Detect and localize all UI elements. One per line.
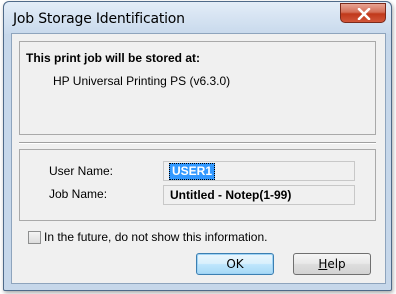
title-bar[interactable]: Job Storage Identification [4, 2, 391, 34]
job-details-panel: User Name: USER1 Job Name: Untitled - No… [19, 149, 376, 221]
job-name-value: Untitled - Notep(1-99) [170, 188, 292, 202]
dont-show-checkbox[interactable] [28, 231, 41, 244]
job-name-label: Job Name: [49, 187, 108, 201]
close-button[interactable] [340, 3, 386, 23]
separator [19, 142, 376, 144]
window-title: Job Storage Identification [13, 11, 185, 27]
printer-name: HP Universal Printing PS (v6.3.0) [53, 74, 231, 88]
user-name-value: USER1 [169, 163, 216, 180]
storage-heading: This print job will be stored at: [26, 51, 201, 65]
job-name-field[interactable]: Untitled - Notep(1-99) [163, 185, 355, 205]
help-access-key: H [318, 257, 328, 271]
ok-button-label: OK [226, 257, 244, 271]
close-icon [357, 8, 371, 20]
help-button[interactable]: Help [293, 253, 371, 275]
dialog-body: This print job will be stored at: HP Uni… [11, 33, 386, 284]
user-name-label: User Name: [49, 164, 114, 178]
storage-location-panel: This print job will be stored at: HP Uni… [19, 41, 376, 135]
user-name-field[interactable]: USER1 [163, 161, 355, 181]
dont-show-label[interactable]: In the future, do not show this informat… [44, 230, 267, 244]
help-button-label: elp [327, 257, 346, 271]
job-storage-dialog: Job Storage Identification This print jo… [3, 1, 392, 291]
ok-button[interactable]: OK [196, 253, 274, 275]
